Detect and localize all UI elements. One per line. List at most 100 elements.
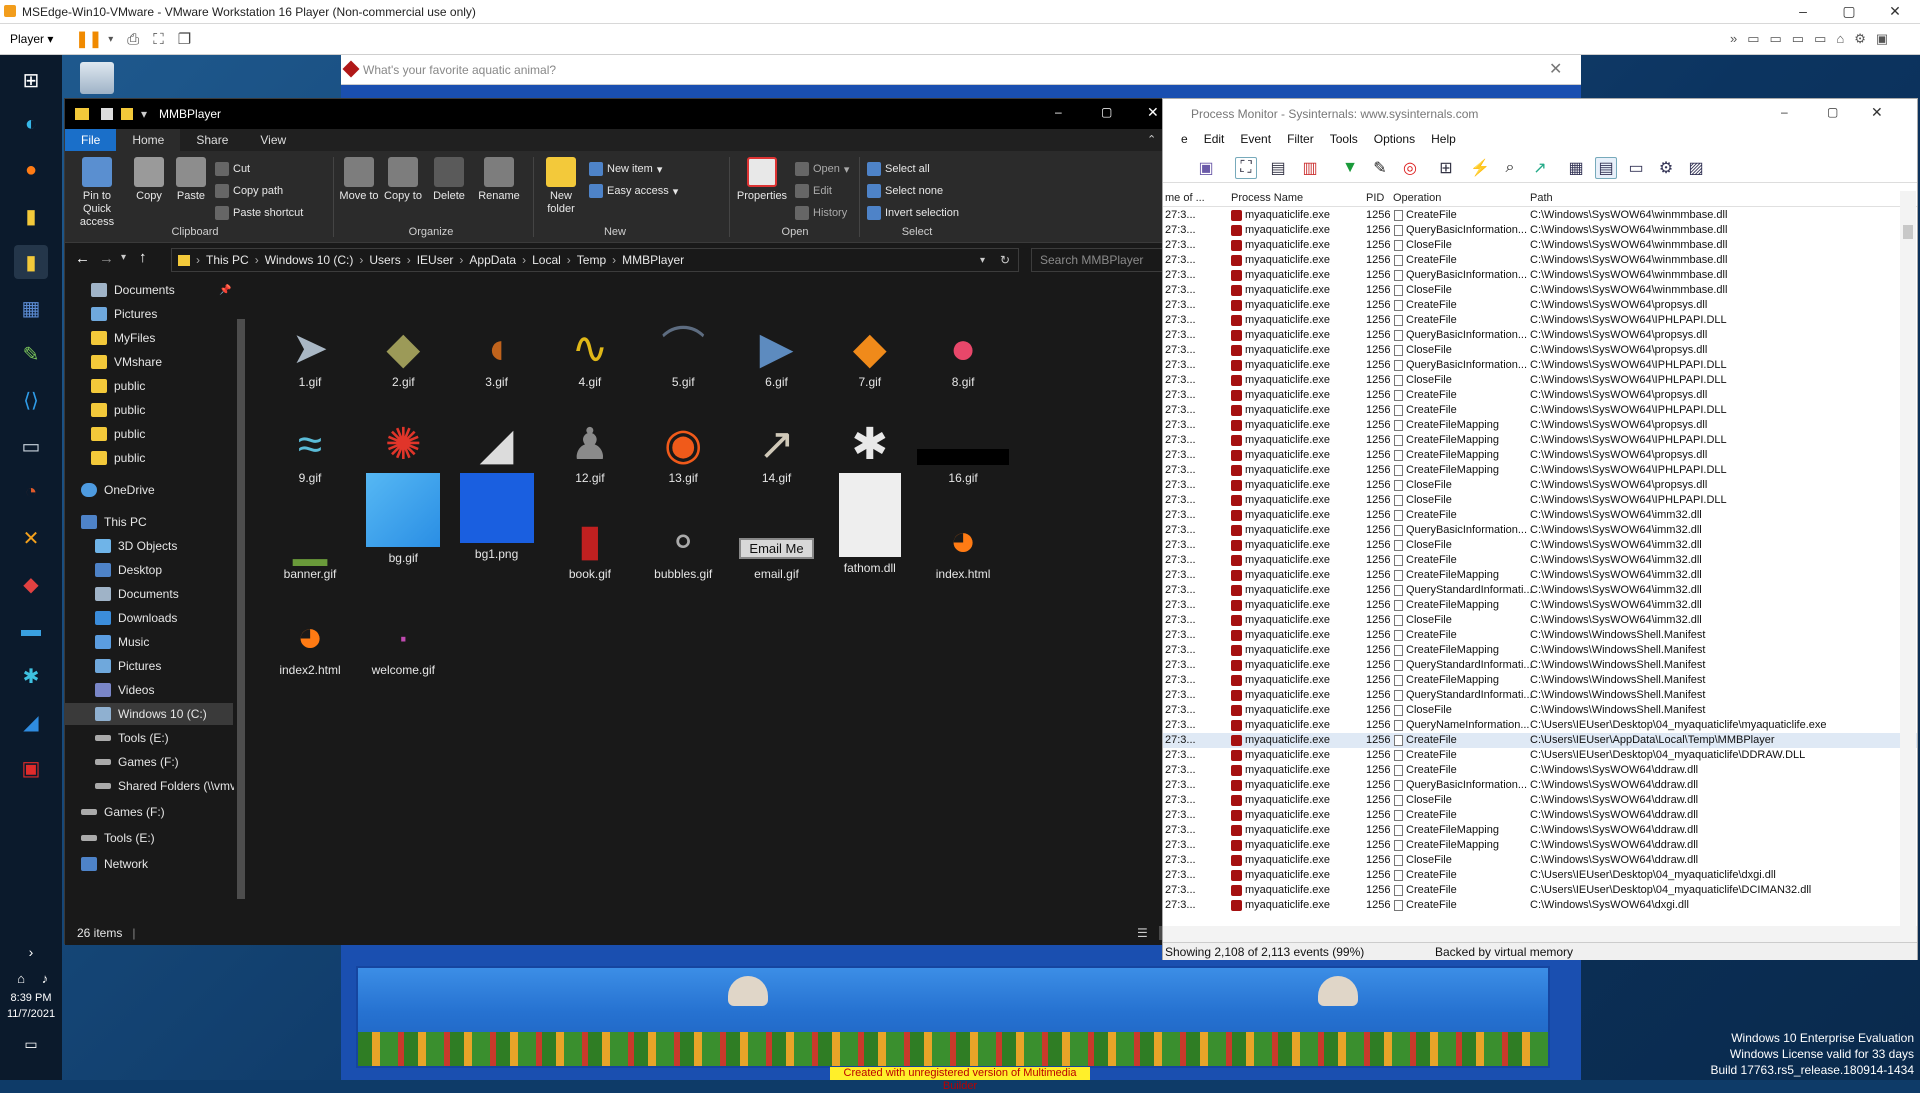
nav-quick-public[interactable]: public [91,399,145,421]
nav-music[interactable]: Music [95,631,149,653]
event-row[interactable]: 27:3... myaquaticlife.exe 1256 CreateFileMa… [1163,598,1917,613]
event-row[interactable]: 27:3... myaquaticlife.exe 1256 CreateFile C:… [1163,763,1917,778]
event-row[interactable]: 27:3... myaquaticlife.exe 1256 CreateFile C:… [1163,628,1917,643]
nav-tools-e[interactable]: Tools (E:) [95,727,169,749]
menu-filter[interactable]: Filter [1287,132,1314,146]
recent-dropdown-icon[interactable]: ▾ [121,252,126,263]
event-row[interactable]: 27:3... myaquaticlife.exe 1256 CreateFileMa… [1163,463,1917,478]
easy-access-button[interactable]: Easy access ▾ [589,181,678,201]
event-row[interactable]: 27:3... myaquaticlife.exe 1256 CreateFile C:… [1163,808,1917,823]
properties-qat-icon[interactable] [101,108,113,120]
cut-button[interactable]: Cut [215,159,250,179]
copy-path-button[interactable]: Copy path [215,181,283,201]
event-row[interactable]: 27:3... myaquaticlife.exe 1256 CreateFileMa… [1163,643,1917,658]
app-red-icon[interactable]: ▣ [14,751,48,785]
edge-icon[interactable]: ◐ [14,107,48,141]
file-item[interactable]: ◉ 13.gif [630,377,736,486]
col-process-name[interactable]: Process Name [1231,192,1303,204]
nav-games-f[interactable]: Games (F:) [95,751,179,773]
file-item[interactable]: ◆ 7.gif [817,281,923,390]
breadcrumb-appdata[interactable]: AppData [469,253,516,267]
nav-scroll-thumb[interactable] [237,319,245,899]
event-row[interactable]: 27:3... myaquaticlife.exe 1256 CloseFile C:\… [1163,853,1917,868]
pc-icon[interactable]: ▭ [14,429,48,463]
tab-home[interactable]: Home [116,129,181,151]
taskbar-clock[interactable]: 8:39 PM 11/7/2021 [0,990,62,1022]
rename-button[interactable]: Rename [475,157,523,203]
file-item[interactable]: ◢11.gif [444,377,550,486]
firefox-icon[interactable]: ● [14,153,48,187]
address-dropdown-icon[interactable]: ▾ [980,255,985,266]
filesystem-icon[interactable]: ▤ [1595,157,1617,179]
event-row[interactable]: 27:3... myaquaticlife.exe 1256 CreateFile C:… [1163,733,1917,748]
menu-help[interactable]: Help [1431,132,1456,146]
event-row[interactable]: 27:3... myaquaticlife.exe 1256 QueryBasicIn… [1163,223,1917,238]
dropdown-icon[interactable]: ▾ [108,34,113,45]
explorer-close-button[interactable]: ✕ [1147,104,1159,121]
file-item[interactable]: ⌒ 5.gif [630,281,736,390]
network-activity-icon[interactable]: ▭ [1625,157,1647,179]
nav-c-drive[interactable]: Windows 10 (C:) [65,703,233,725]
history-button[interactable]: History [795,203,847,223]
event-row[interactable]: 27:3... myaquaticlife.exe 1256 CloseFile C:\… [1163,493,1917,508]
menu-file[interactable]: e [1181,132,1188,146]
file-item[interactable]: ◖ 3.gif [444,281,550,390]
file-item[interactable]: ∘ bubbles.gif [630,473,736,582]
nav-scrollbar[interactable] [234,279,248,909]
nav-desktop[interactable]: Desktop [95,559,162,581]
clear-icon[interactable]: ▤ [1267,157,1289,179]
event-row[interactable]: 27:3... myaquaticlife.exe 1256 CreateFileMa… [1163,418,1917,433]
nav-quick-public[interactable]: public [91,375,145,397]
explorer-minimize-button[interactable]: – [1055,105,1062,119]
file-item[interactable]: ▮ book.gif [537,473,643,582]
event-row[interactable]: 27:3... myaquaticlife.exe 1256 CreateFileMa… [1163,433,1917,448]
event-row[interactable]: 27:3... myaquaticlife.exe 1256 CreateFileMa… [1163,673,1917,688]
event-row[interactable]: 27:3... myaquaticlife.exe 1256 CreateFile C:… [1163,883,1917,898]
file-item[interactable]: ● 8.gif [910,281,1016,390]
paste-button[interactable]: Paste [171,157,211,203]
nav-quick-documents[interactable]: Documents 📌 [91,279,231,301]
jump-icon[interactable]: ↗ [1529,157,1551,179]
menu-tools[interactable]: Tools [1330,132,1358,146]
nav-quick-pictures[interactable]: Pictures [91,303,157,325]
properties-button[interactable]: Properties [735,157,789,203]
nav-tools-drive[interactable]: Tools (E:) [81,827,155,849]
procmon-maximize-button[interactable]: ▢ [1827,105,1838,119]
event-row[interactable]: 27:3... myaquaticlife.exe 1256 QueryBasicIn… [1163,523,1917,538]
col-operation[interactable]: Operation [1393,192,1441,204]
browser-close-icon[interactable]: ✕ [1549,59,1562,79]
file-explorer-icon[interactable]: ▮ [14,199,48,233]
vm-close-button[interactable]: ✕ [1872,0,1918,24]
qat-dropdown-icon[interactable]: ▾ [141,107,147,121]
menu-edit[interactable]: Edit [1204,132,1225,146]
event-row[interactable]: 27:3... myaquaticlife.exe 1256 CloseFile C:\… [1163,343,1917,358]
event-row[interactable]: 27:3... myaquaticlife.exe 1256 CloseFile C:\… [1163,478,1917,493]
breadcrumb-this-pc[interactable]: This PC [206,253,249,267]
event-row[interactable]: 27:3... myaquaticlife.exe 1256 CreateFileMa… [1163,568,1917,583]
file-item[interactable]: Email Me email.gif [724,473,830,581]
event-row[interactable]: 27:3... myaquaticlife.exe 1256 CreateFile C:… [1163,553,1917,568]
device-icons[interactable]: »▭▭▭▭⌂⚙▣ [1730,31,1898,47]
unity-icon[interactable]: ❐ [178,30,191,48]
copy-button[interactable]: Copy [131,157,167,203]
recycle-bin-icon[interactable] [80,62,114,94]
event-row[interactable]: 27:3... myaquaticlife.exe 1256 CreateFile C:… [1163,898,1917,913]
nav-quick-vmshare[interactable]: VMshare [91,351,162,373]
app-icon[interactable]: ◢ [14,705,48,739]
back-icon[interactable]: ← [75,250,90,267]
autoscroll-icon[interactable]: ⛶ [1235,157,1257,179]
file-explorer-active-icon[interactable]: ▮ [14,245,48,279]
collapse-ribbon-icon[interactable]: ⌃ [1147,133,1156,146]
nav-games-drive[interactable]: Games (F:) [81,801,165,823]
breadcrumb-mmbplayer[interactable]: MMBPlayer [622,253,684,267]
save-icon[interactable]: ▣ [1195,157,1217,179]
breadcrumb-users[interactable]: Users [369,253,400,267]
event-row[interactable]: 27:3... myaquaticlife.exe 1256 QueryBasicIn… [1163,358,1917,373]
event-row[interactable]: 27:3... myaquaticlife.exe 1256 CloseFile C:\… [1163,373,1917,388]
menu-options[interactable]: Options [1374,132,1415,146]
event-row[interactable]: 27:3... myaquaticlife.exe 1256 QueryBasicIn… [1163,328,1917,343]
breadcrumb-ieuser[interactable]: IEUser [417,253,454,267]
excel-icon[interactable]: ✕ [14,521,48,555]
magnifier-icon[interactable]: ✱ [14,659,48,693]
fit-guest-icon[interactable]: ⛶ [153,31,164,48]
